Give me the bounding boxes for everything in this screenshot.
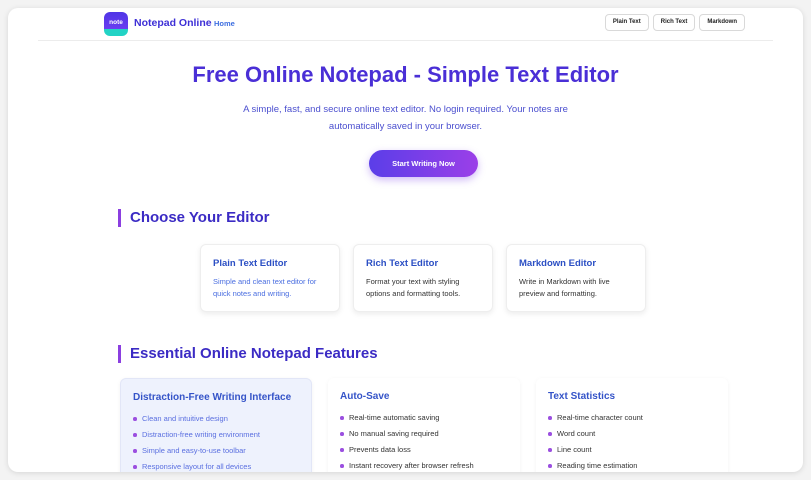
plain-text-button[interactable]: Plain Text — [604, 14, 649, 31]
feature-item: Word count — [548, 426, 716, 442]
feature-item: Simple and easy-to-use toolbar — [133, 443, 299, 459]
markdown-button[interactable]: Markdown — [699, 14, 745, 31]
feature-item: Line count — [548, 442, 716, 458]
feature-item: Instant recovery after browser refresh — [340, 458, 508, 472]
card-description: Simple and clean text editor for quick n… — [213, 277, 317, 298]
logo-icon[interactable]: note — [104, 12, 128, 36]
feature-title: Text Statistics — [548, 391, 616, 402]
feature-item: Clean and intuitive design — [133, 411, 299, 427]
features-heading: Essential Online Notepad Features — [118, 345, 378, 363]
rich-text-editor-card[interactable]: Rich Text Editor Format your text with s… — [353, 244, 493, 312]
feature-item: Real-time automatic saving — [340, 410, 508, 426]
feature-item: Distraction-free writing environment — [133, 427, 299, 443]
plain-text-editor-card[interactable]: Plain Text Editor Simple and clean text … — [200, 244, 340, 312]
feature-item: Prevents data loss — [340, 442, 508, 458]
card-description: Format your text with styling options an… — [366, 277, 461, 298]
feature-item: Real-time character count — [548, 410, 716, 426]
feature-title: Auto-Save — [340, 391, 390, 402]
rich-text-button[interactable]: Rich Text — [652, 14, 696, 31]
nav-home-link[interactable]: Home — [214, 19, 235, 28]
feature-item: No manual saving required — [340, 426, 508, 442]
top-navbar: note Notepad Online Home Plain Text Rich… — [38, 8, 773, 41]
card-title: Rich Text Editor — [366, 258, 439, 269]
feature-item: Reading time estimation — [548, 458, 716, 472]
feature-card-autosave: Auto-Save Real-time automatic saving No … — [328, 378, 520, 472]
card-description: Write in Markdown with live preview and … — [519, 277, 610, 298]
editor-nav-buttons: Plain Text Rich Text Markdown — [604, 14, 745, 31]
card-title: Markdown Editor — [519, 258, 597, 269]
card-title: Plain Text Editor — [213, 258, 288, 269]
feature-card-writing: Distraction-Free Writing Interface Clean… — [120, 378, 312, 472]
start-writing-button[interactable]: Start Writing Now — [369, 150, 478, 177]
feature-title: Distraction-Free Writing Interface — [133, 392, 292, 403]
markdown-editor-card[interactable]: Markdown Editor Write in Markdown with l… — [506, 244, 646, 312]
feature-item: Responsive layout for all devices — [133, 459, 299, 472]
choose-editor-heading: Choose Your Editor — [118, 209, 269, 227]
browser-window: note Notepad Online Home Plain Text Rich… — [8, 8, 803, 472]
hero-title: Free Online Notepad - Simple Text Editor — [192, 62, 619, 87]
hero-subtitle: A simple, fast, and secure online text e… — [243, 104, 568, 132]
feature-card-statistics: Text Statistics Real-time character coun… — [536, 378, 728, 472]
brand-name[interactable]: Notepad Online — [134, 17, 212, 29]
